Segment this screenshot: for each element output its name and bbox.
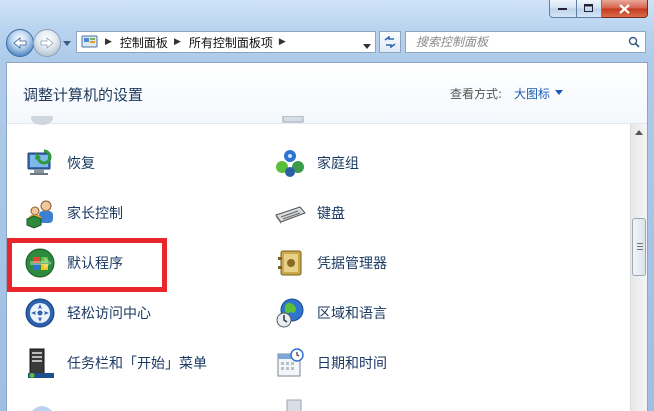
grip-line [637, 246, 643, 247]
breadcrumb-separator: ▶ [173, 37, 181, 47]
parental-controls-icon [23, 196, 57, 230]
item-label: 区域和语言 [317, 306, 387, 322]
chevron-down-icon [363, 44, 371, 49]
partial-item-icon [282, 116, 304, 123]
item-label: 恢复 [67, 156, 95, 172]
item-parental-controls[interactable]: 家长控制 [23, 193, 123, 233]
item-recovery[interactable]: 恢复 [23, 143, 95, 183]
item-credential-manager[interactable]: 凭据管理器 [273, 243, 387, 283]
vertical-scrollbar[interactable] [630, 124, 647, 411]
ease-of-access-icon [23, 296, 57, 330]
view-by-dropdown[interactable]: 大图标 [514, 85, 550, 102]
search-box[interactable] [405, 31, 646, 53]
content-header: 调整计算机的设置 查看方式: 大图标 [7, 63, 647, 124]
back-button[interactable] [6, 29, 34, 57]
maximize-button[interactable] [577, 0, 602, 18]
page-title: 调整计算机的设置 [23, 86, 144, 104]
recovery-icon [23, 146, 57, 180]
item-label: 日期和时间 [317, 356, 387, 372]
forward-arrow-icon [40, 37, 54, 49]
refresh-icon [384, 36, 396, 48]
content-pane: 调整计算机的设置 查看方式: 大图标 恢复 家长控制 默认程序 轻松访问中心 任… [6, 62, 648, 411]
refresh-button[interactable] [379, 31, 401, 53]
breadcrumb-control-panel[interactable]: 控制面板 [120, 34, 168, 51]
scroll-up-button[interactable] [631, 124, 647, 140]
forward-button[interactable] [33, 29, 61, 57]
close-button[interactable] [602, 0, 648, 18]
item-default-programs[interactable]: 默认程序 [23, 243, 123, 283]
homegroup-icon [273, 146, 307, 180]
address-bar[interactable]: ▶ 控制面板 ▶ 所有控制面板项 ▶ [76, 31, 376, 53]
default-programs-icon [23, 246, 57, 280]
item-label: 家庭组 [317, 156, 359, 172]
item-homegroup[interactable]: 家庭组 [273, 143, 359, 183]
grip-line [637, 249, 643, 250]
close-icon [619, 3, 630, 14]
partial-item-icon [32, 406, 52, 411]
taskbar-start-menu-icon [23, 346, 57, 380]
item-date-time[interactable]: 日期和时间 [273, 343, 387, 383]
search-icon[interactable] [628, 36, 640, 48]
control-panel-icon [81, 35, 98, 48]
chevron-up-icon [635, 129, 643, 135]
address-dropdown[interactable] [363, 38, 371, 53]
partial-item-icon [286, 399, 302, 411]
item-label: 任务栏和「开始」菜单 [67, 356, 207, 372]
control-panel-items: 恢复 家长控制 默认程序 轻松访问中心 任务栏和「开始」菜单 家庭组 键盘 凭据… [7, 116, 631, 411]
window-frame: ▶ 控制面板 ▶ 所有控制面板项 ▶ 调整计算机的设置 查看方 [0, 0, 654, 411]
region-language-icon [273, 296, 307, 330]
chevron-down-icon [63, 40, 71, 46]
view-by-label: 查看方式: [450, 87, 503, 101]
item-label: 家长控制 [67, 206, 123, 222]
maximize-icon [584, 4, 593, 12]
grip-line [637, 243, 643, 244]
credential-manager-icon [273, 246, 307, 280]
breadcrumb-all-items[interactable]: 所有控制面板项 [189, 34, 273, 51]
item-keyboard[interactable]: 键盘 [273, 193, 345, 233]
item-label: 键盘 [317, 206, 345, 222]
breadcrumb-separator[interactable]: ▶ [279, 37, 286, 47]
date-time-icon [273, 346, 307, 380]
recent-pages-dropdown[interactable] [62, 38, 72, 48]
navigation-bar: ▶ 控制面板 ▶ 所有控制面板项 ▶ [6, 28, 648, 58]
breadcrumb-separator: ▶ [105, 37, 112, 47]
search-input[interactable] [414, 34, 628, 50]
scrollbar-thumb[interactable] [632, 218, 646, 276]
item-ease-of-access[interactable]: 轻松访问中心 [23, 293, 151, 333]
chevron-down-icon[interactable] [555, 90, 563, 95]
keyboard-icon [273, 196, 307, 230]
back-arrow-icon [13, 37, 27, 49]
item-label: 默认程序 [67, 256, 123, 272]
partial-item-icon [31, 116, 53, 125]
item-region-language[interactable]: 区域和语言 [273, 293, 387, 333]
minimize-icon [558, 7, 567, 10]
item-label: 凭据管理器 [317, 256, 387, 272]
item-taskbar-start-menu[interactable]: 任务栏和「开始」菜单 [23, 343, 207, 383]
minimize-button[interactable] [549, 0, 577, 18]
item-label: 轻松访问中心 [67, 306, 151, 322]
caption-buttons [549, 0, 648, 18]
